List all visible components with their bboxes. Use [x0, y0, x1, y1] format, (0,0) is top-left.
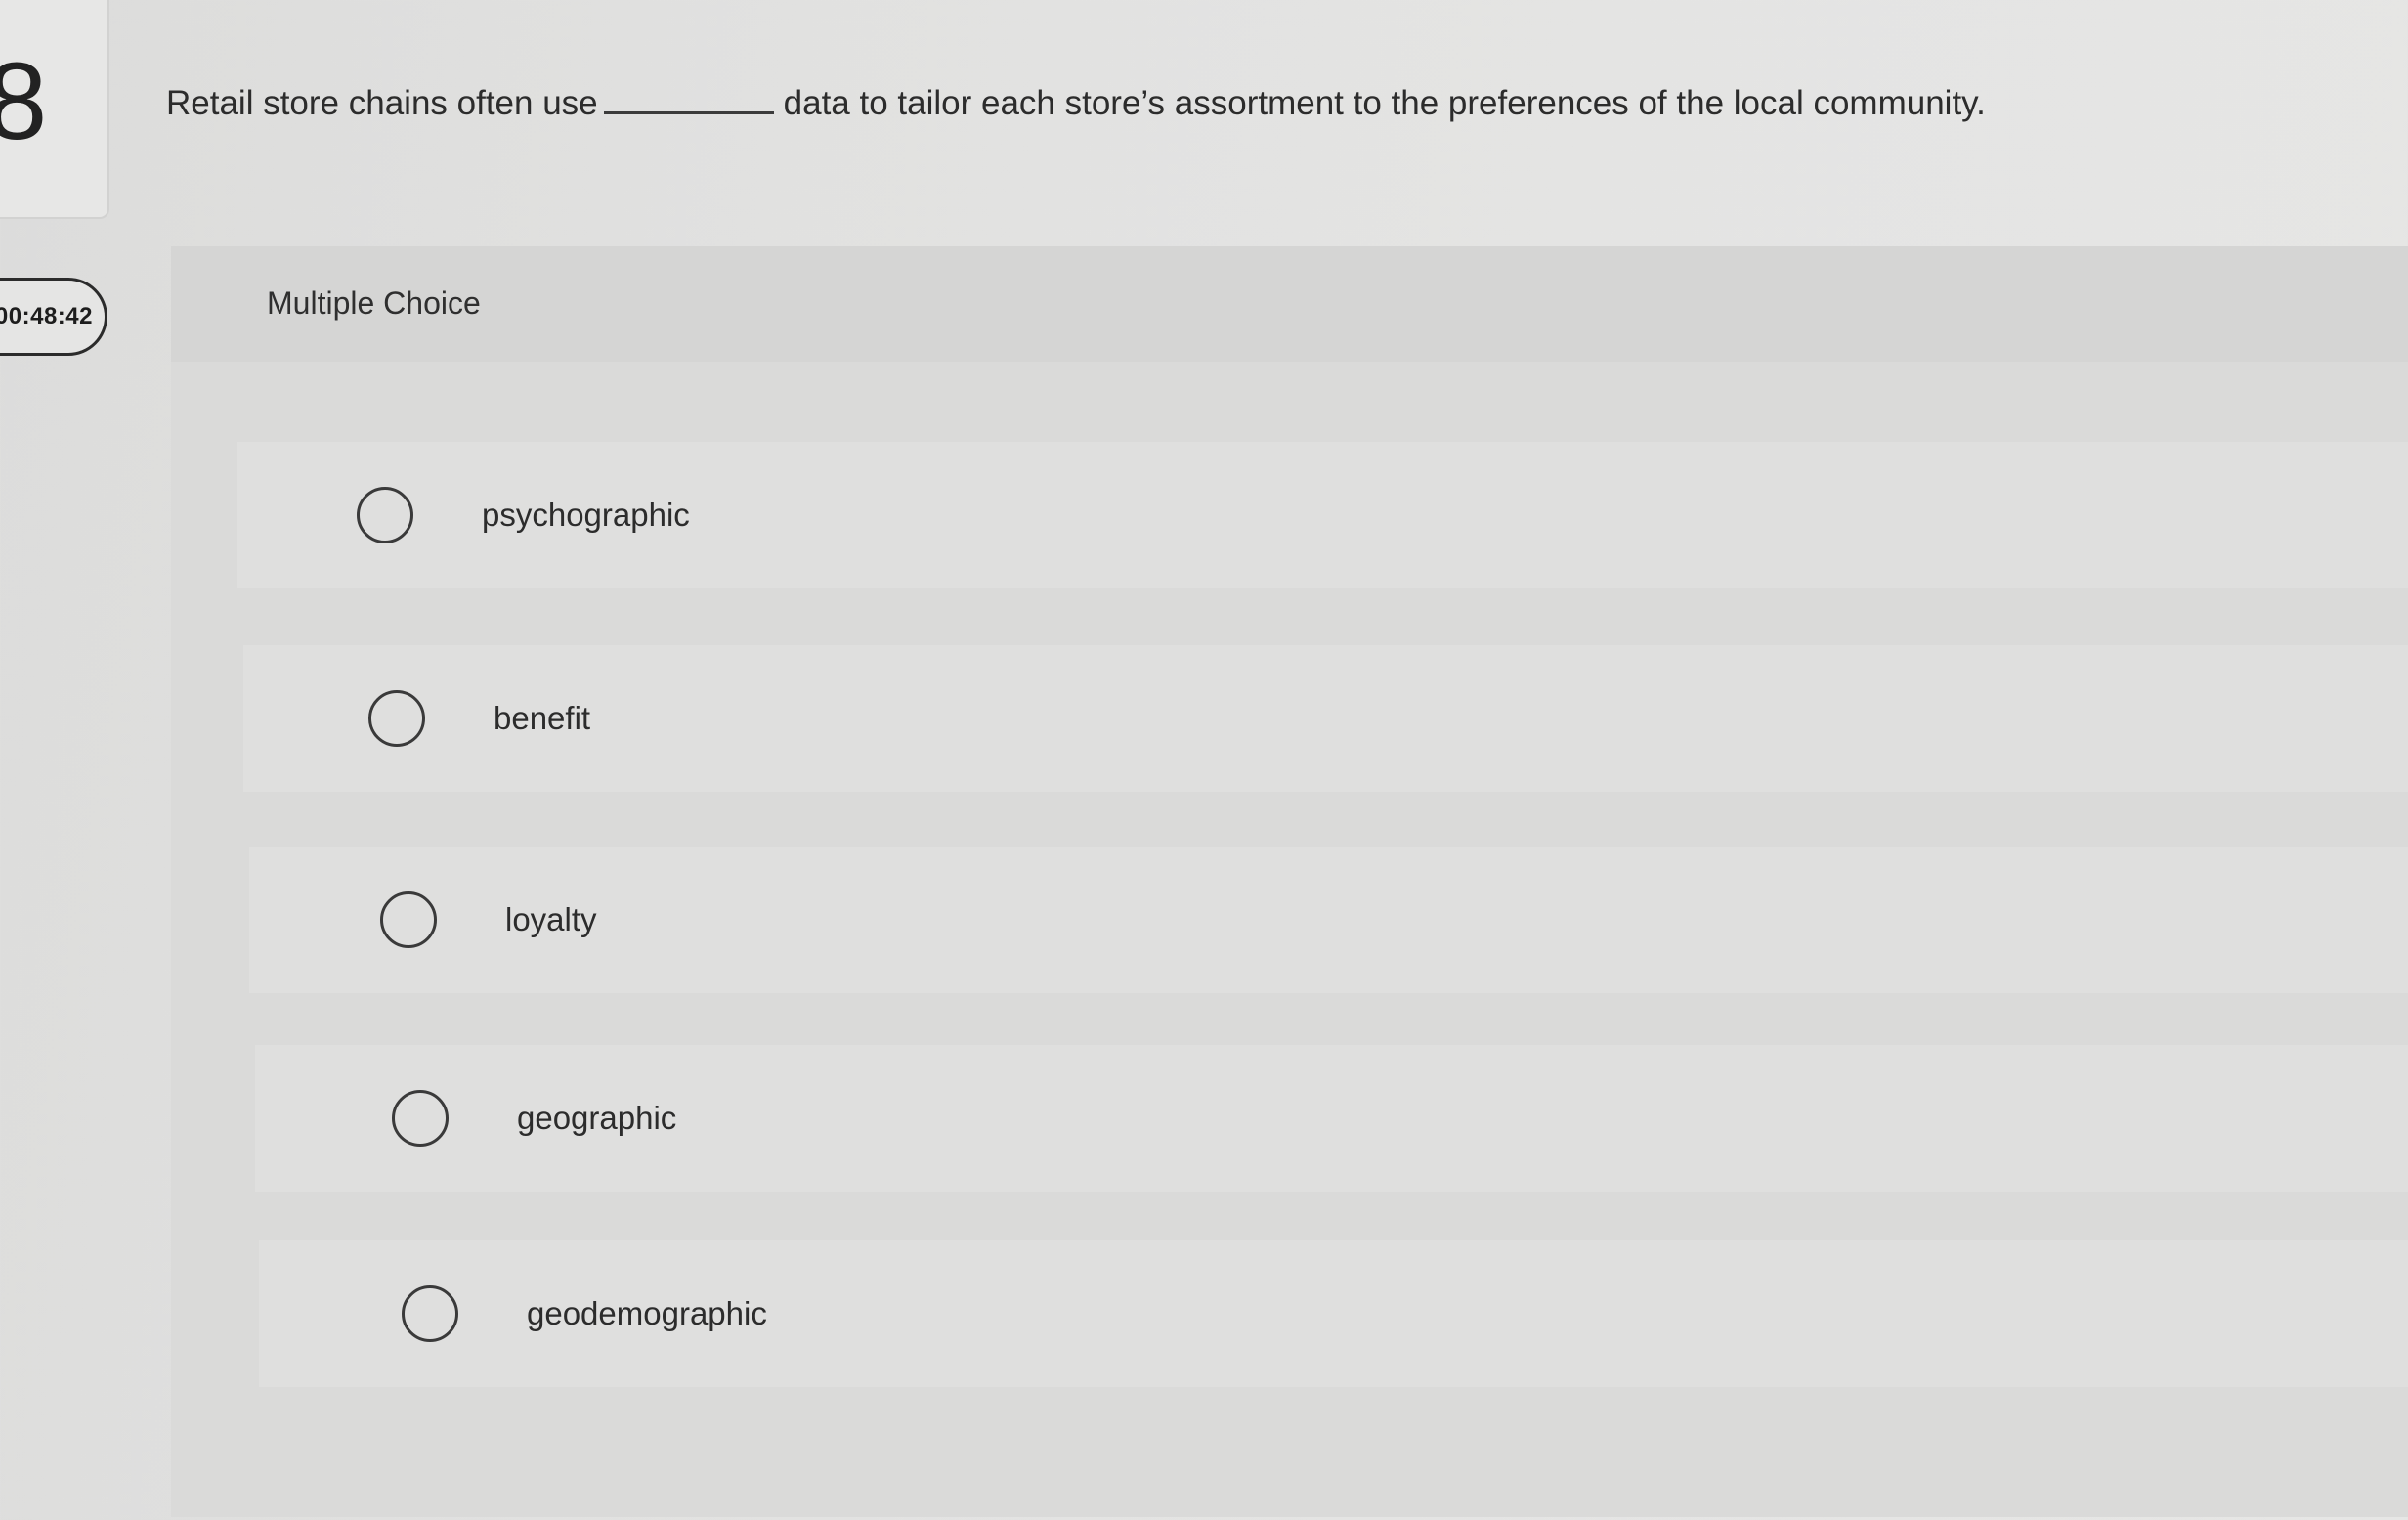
radio-button-benefit[interactable]	[368, 690, 425, 747]
answer-blank	[603, 82, 774, 114]
choice-option-geographic[interactable]: geographic	[255, 1045, 2408, 1192]
choice-option-geodemographic[interactable]: geodemographic	[259, 1240, 2408, 1387]
timer: 00:48:42	[0, 278, 108, 356]
multiple-choice-label: Multiple Choice	[267, 285, 481, 321]
choice-label: benefit	[494, 700, 591, 736]
choice-label: loyalty	[505, 901, 597, 937]
choice-option-loyalty[interactable]: loyalty	[249, 847, 2408, 993]
choice-option-benefit[interactable]: benefit	[243, 645, 2408, 792]
multiple-choice-panel: Multiple Choice psychographic benefit lo…	[171, 246, 2408, 1517]
question-number-panel: 8	[0, 0, 109, 219]
question-text-after: data to tailor each store’s assortment t…	[783, 84, 1986, 122]
choice-label: psychographic	[482, 497, 690, 533]
question-number: 8	[0, 40, 48, 162]
question-text: Retail store chains often use data to tai…	[166, 82, 1986, 125]
choice-label: geographic	[517, 1100, 677, 1136]
radio-button-psychographic[interactable]	[357, 487, 413, 543]
radio-button-geodemographic[interactable]	[402, 1285, 458, 1342]
question-text-before: Retail store chains often use	[166, 84, 598, 122]
choice-label: geodemographic	[527, 1295, 767, 1331]
multiple-choice-header: Multiple Choice	[171, 246, 2408, 362]
choice-option-psychographic[interactable]: psychographic	[237, 442, 2408, 588]
radio-button-loyalty[interactable]	[380, 891, 437, 948]
radio-button-geographic[interactable]	[392, 1090, 449, 1147]
